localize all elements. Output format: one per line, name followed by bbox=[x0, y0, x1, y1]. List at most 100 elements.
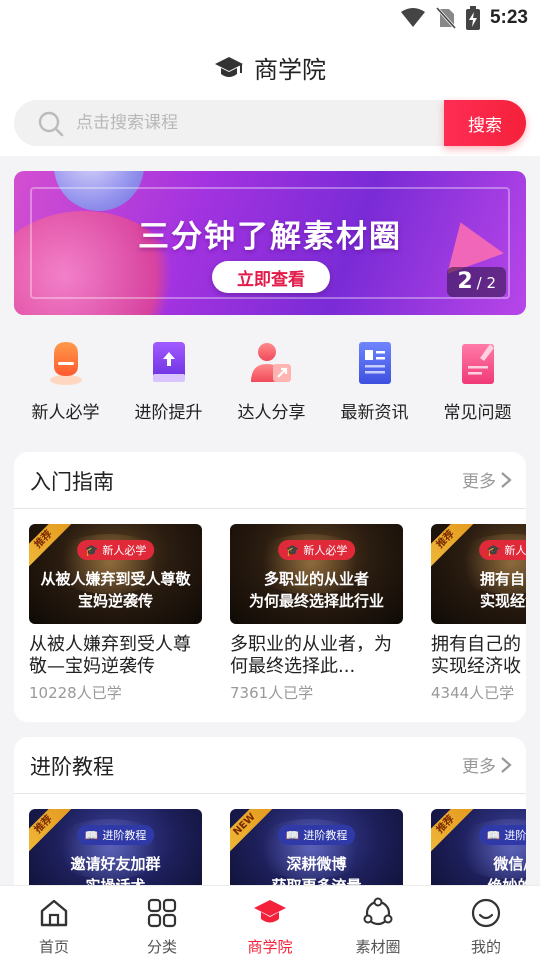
profile-smile-icon bbox=[469, 896, 503, 930]
category-icon bbox=[145, 896, 179, 930]
chevron-right-icon bbox=[501, 471, 512, 488]
no-sim-icon bbox=[435, 7, 456, 29]
quick-link-news[interactable]: 最新资讯 bbox=[323, 338, 426, 428]
bottom-tab-bar: 首页 分类 商学院 素材圈 我的 bbox=[0, 885, 540, 960]
newbie-icon bbox=[41, 338, 91, 388]
graduation-cap-icon bbox=[253, 896, 287, 930]
book-icon: 📖 bbox=[84, 828, 99, 842]
title-row: 商学院 bbox=[0, 50, 540, 85]
main-content[interactable]: 三分钟了解素材圈 立即查看 2 / 2 新人必学 进阶提升 达人分享 最新资讯 … bbox=[0, 156, 540, 885]
header: 商学院 搜索 bbox=[0, 36, 540, 156]
quick-link-label: 新人必学 bbox=[31, 403, 100, 423]
pager-total: / 2 bbox=[476, 274, 496, 292]
tab-label: 首页 bbox=[38, 938, 69, 956]
course-title: 拥有自己的 实现经济收 bbox=[431, 634, 521, 677]
tab-mine[interactable]: 我的 bbox=[432, 886, 540, 960]
search-box: 搜索 bbox=[14, 100, 526, 146]
thumbnail-text: 拥有自己的实现经济收 bbox=[479, 570, 526, 610]
course-thumbnail: 推荐 🎓新人必学 拥有自己的实现经济收 bbox=[431, 524, 526, 624]
status-time: 5:23 bbox=[489, 7, 528, 28]
course-tag: 📖进阶教程 bbox=[277, 825, 356, 845]
tab-home[interactable]: 首页 bbox=[0, 886, 108, 960]
course-thumbnail: 推荐 📖进阶教程 微信/Q绝妙的引 bbox=[431, 809, 526, 885]
quick-link-label: 常见问题 bbox=[443, 403, 512, 423]
status-icons: 5:23 bbox=[400, 6, 528, 30]
course-card[interactable]: 推荐 🎓 新人必学 从被人嫌弃到受人尊敬 宝妈逆袭传 从被人嫌弃到受人尊敬—宝妈逆袭… bbox=[29, 524, 202, 703]
tab-label: 素材圈 bbox=[355, 938, 401, 956]
quick-link-label: 达人分享 bbox=[237, 403, 306, 423]
learner-count: 7361人已学 bbox=[230, 684, 314, 702]
search-icon bbox=[38, 111, 64, 137]
course-card-row: 推荐 🎓 新人必学 从被人嫌弃到受人尊敬 宝妈逆袭传 从被人嫌弃到受人尊敬—宝妈逆袭… bbox=[29, 524, 526, 714]
quick-link-upgrade[interactable]: 进阶提升 bbox=[117, 338, 220, 428]
course-tag: 🎓新人必学 bbox=[277, 540, 356, 560]
more-link[interactable]: 更多 bbox=[462, 752, 512, 777]
learner-count: 10228人已学 bbox=[29, 684, 122, 702]
course-card[interactable]: 推荐 📖进阶教程 邀请好友加群实操话术 bbox=[29, 809, 202, 885]
banner-cta-button[interactable]: 立即查看 bbox=[212, 261, 330, 293]
upgrade-book-icon bbox=[144, 338, 194, 388]
course-card[interactable]: NEW 📖进阶教程 深耕微博获取更多流量 bbox=[230, 809, 403, 885]
banner-headline: 三分钟了解素材圈 bbox=[138, 219, 402, 255]
graduation-cap-icon bbox=[215, 56, 243, 77]
more-label: 更多 bbox=[462, 472, 496, 492]
section-getting-started: 入门指南 更多 推荐 🎓 新人必学 从被人嫌弃到受人尊敬 宝妈逆袭传 从被人嫌弃到受… bbox=[14, 452, 526, 722]
thumbnail-text: 微信/Q绝妙的引 bbox=[487, 855, 526, 885]
thumbnail-text: 从被人嫌弃到受人尊敬 宝妈逆袭传 bbox=[40, 570, 191, 610]
course-thumbnail: 推荐 📖进阶教程 邀请好友加群实操话术 bbox=[29, 809, 202, 885]
course-tag: 📖进阶教程 bbox=[76, 825, 155, 845]
course-card-row: 推荐 📖进阶教程 邀请好友加群实操话术 NEW 📖进阶教程 深耕微博获取更多流量… bbox=[29, 809, 526, 885]
course-card[interactable]: 推荐 🎓新人必学 拥有自己的实现经济收 拥有自己的实现经济收 4344人已学 bbox=[431, 524, 526, 703]
chevron-right-icon bbox=[501, 756, 512, 773]
thumbnail-text: 深耕微博获取更多流量 bbox=[271, 855, 361, 885]
cap-icon: 🎓 bbox=[84, 543, 99, 557]
course-thumbnail: 🎓 新人必学 多职业的从业者 为何最终选择此行业 bbox=[230, 524, 403, 624]
promo-banner[interactable]: 三分钟了解素材圈 立即查看 2 / 2 bbox=[14, 171, 526, 315]
home-icon bbox=[37, 896, 71, 930]
thumbnail-text: 多职业的从业者 为何最终选择此行业 bbox=[248, 570, 384, 610]
course-thumbnail: 推荐 🎓 新人必学 从被人嫌弃到受人尊敬 宝妈逆袭传 bbox=[29, 524, 202, 624]
quick-link-label: 进阶提升 bbox=[134, 403, 203, 423]
page-title: 商学院 bbox=[254, 56, 326, 84]
faq-icon bbox=[453, 338, 503, 388]
quick-link-newbie[interactable]: 新人必学 bbox=[14, 338, 117, 428]
section-advanced: 进阶教程 更多 推荐 📖进阶教程 邀请好友加群实操话术 NEW 📖进阶教程 bbox=[14, 737, 526, 885]
course-card[interactable]: 推荐 📖进阶教程 微信/Q绝妙的引 bbox=[431, 809, 526, 885]
banner-pager: 2 / 2 bbox=[447, 267, 506, 297]
course-title: 从被人嫌弃到受人尊敬—宝妈逆袭传 bbox=[29, 634, 191, 677]
thumbnail-text: 邀请好友加群实操话术 bbox=[70, 855, 161, 885]
course-card[interactable]: 🎓 新人必学 多职业的从业者 为何最终选择此行业 多职业的从业者，为何最终选择此..… bbox=[230, 524, 403, 703]
battery-charging-icon bbox=[465, 6, 480, 30]
more-link[interactable]: 更多 bbox=[462, 467, 512, 492]
wifi-icon bbox=[400, 8, 425, 27]
section-header: 入门指南 更多 bbox=[14, 452, 526, 509]
book-icon: 📖 bbox=[285, 828, 300, 842]
share-icon bbox=[247, 338, 297, 388]
tab-label: 商学院 bbox=[247, 938, 293, 956]
course-thumbnail: NEW 📖进阶教程 深耕微博获取更多流量 bbox=[230, 809, 403, 885]
tab-category[interactable]: 分类 bbox=[108, 886, 216, 960]
quick-link-share[interactable]: 达人分享 bbox=[220, 338, 323, 428]
course-tag: 📖进阶教程 bbox=[478, 825, 526, 845]
course-tag: 🎓新人必学 bbox=[76, 540, 155, 560]
quick-link-faq[interactable]: 常见问题 bbox=[426, 338, 529, 428]
tab-material-circle[interactable]: 素材圈 bbox=[324, 886, 432, 960]
section-title: 进阶教程 bbox=[30, 755, 114, 779]
course-tag: 🎓新人必学 bbox=[478, 540, 526, 560]
search-button[interactable]: 搜索 bbox=[444, 100, 526, 146]
cap-icon: 🎓 bbox=[486, 543, 501, 557]
learner-count: 4344人已学 bbox=[431, 684, 515, 702]
news-icon bbox=[350, 338, 400, 388]
quick-links: 新人必学 进阶提升 达人分享 最新资讯 常见问题 bbox=[0, 338, 540, 428]
tab-business-school[interactable]: 商学院 bbox=[216, 886, 324, 960]
quick-link-label: 最新资讯 bbox=[340, 403, 409, 423]
search-input[interactable] bbox=[76, 100, 436, 146]
book-icon: 📖 bbox=[486, 828, 501, 842]
pager-current: 2 bbox=[457, 269, 473, 294]
tab-label: 分类 bbox=[146, 938, 177, 956]
cap-icon: 🎓 bbox=[285, 543, 300, 557]
tab-label: 我的 bbox=[470, 938, 501, 956]
circle-network-icon bbox=[361, 896, 395, 930]
section-header: 进阶教程 更多 bbox=[14, 737, 526, 794]
section-title: 入门指南 bbox=[30, 470, 114, 494]
